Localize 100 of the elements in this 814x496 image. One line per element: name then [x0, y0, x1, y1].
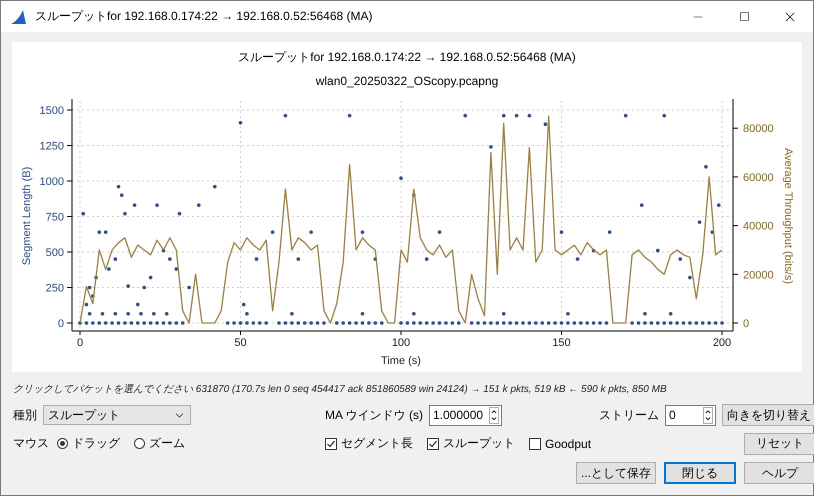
- segment-point: [431, 321, 435, 325]
- segment-point: [104, 230, 108, 234]
- segment-point: [296, 321, 300, 325]
- y-tick-label: 60000: [743, 172, 774, 184]
- segment-point: [162, 321, 166, 325]
- segment-point: [438, 321, 442, 325]
- segment-point: [155, 203, 159, 207]
- segment-point: [100, 312, 104, 316]
- segment-point: [399, 176, 403, 180]
- radio-button[interactable]: [57, 438, 68, 449]
- segment-point: [640, 203, 644, 207]
- dialog-button[interactable]: ヘルプ: [744, 462, 814, 484]
- segment-point: [252, 321, 256, 325]
- segment-point: [245, 312, 249, 316]
- segment-point: [139, 312, 143, 316]
- spin-arrows-icon[interactable]: [703, 406, 714, 424]
- segment-point: [132, 203, 136, 207]
- segment-point: [521, 321, 525, 325]
- spin-arrows-icon[interactable]: [489, 406, 499, 424]
- segment-point: [91, 321, 95, 325]
- segment-point: [284, 114, 288, 118]
- segment-point: [130, 321, 134, 325]
- segment-point: [502, 321, 506, 325]
- shark-fin-icon: [9, 8, 27, 24]
- segment-point: [476, 321, 480, 325]
- switch-direction-button[interactable]: 向きを切り替え: [722, 404, 814, 426]
- segment-point: [643, 321, 647, 325]
- ma-window-field[interactable]: 1.000000: [429, 404, 502, 426]
- segment-point: [514, 321, 518, 325]
- segment-point: [566, 321, 570, 325]
- segment-point: [341, 321, 346, 325]
- segment-point: [418, 321, 422, 325]
- segment-point: [578, 321, 583, 325]
- y-tick-label: 250: [46, 282, 64, 294]
- segment-point: [360, 321, 364, 325]
- segment-point: [598, 321, 602, 325]
- segment-point: [700, 321, 705, 325]
- segment-point: [335, 321, 339, 325]
- segment-point: [148, 276, 152, 280]
- checkbox[interactable]: [427, 438, 439, 450]
- x-tick-label: 150: [552, 337, 571, 349]
- stream-field[interactable]: 0: [665, 404, 716, 426]
- segment-point: [360, 312, 364, 316]
- segment-point: [110, 321, 114, 325]
- checkbox[interactable]: [529, 438, 541, 450]
- mouse-label: マウス: [13, 435, 49, 452]
- y-tick-label: 0: [743, 318, 750, 330]
- segment-point: [662, 321, 666, 325]
- segment-point: [116, 321, 120, 325]
- segment-point: [196, 203, 201, 207]
- segment-point: [470, 321, 474, 325]
- segment-point: [354, 321, 358, 325]
- segment-point: [463, 114, 467, 118]
- segment-point: [438, 230, 442, 234]
- checkbox[interactable]: [325, 438, 337, 450]
- x-tick-label: 200: [712, 337, 732, 349]
- segment-point: [290, 321, 294, 325]
- segment-point: [126, 312, 130, 316]
- radio-button[interactable]: [134, 438, 145, 449]
- segment-point: [232, 321, 236, 325]
- maximize-icon[interactable]: [738, 11, 750, 22]
- segment-point: [316, 321, 320, 325]
- segment-point: [162, 248, 166, 252]
- segment-point: [168, 321, 172, 325]
- status-text: クリックしてパケットを選んでください 631870 (170.7s len 0 seq 454417 ack 851860589 win 24124) → 151 k pkts, 519 kB ← 590 k pkts, 850 MB: [13, 383, 668, 396]
- segment-point: [406, 321, 410, 325]
- segment-point: [123, 212, 127, 216]
- segment-point: [412, 321, 416, 325]
- segment-point: [290, 312, 294, 316]
- type-label: 種別: [13, 406, 37, 424]
- segment-point: [456, 321, 461, 325]
- segment-point: [88, 312, 92, 316]
- segment-point: [424, 257, 428, 261]
- dialog-button[interactable]: ...として保存: [576, 462, 656, 484]
- segment-point: [714, 321, 718, 325]
- y-tick-label: 500: [46, 247, 64, 259]
- dialog-button[interactable]: 閉じる: [664, 462, 736, 484]
- segment-point: [258, 321, 262, 325]
- segment-point: [78, 321, 82, 325]
- segment-point: [399, 321, 403, 325]
- segment-point: [213, 184, 217, 188]
- segment-point: [254, 257, 258, 261]
- segment-point: [84, 302, 88, 306]
- reset-button[interactable]: リセット: [744, 432, 814, 454]
- segment-point: [668, 321, 672, 325]
- segment-point: [264, 321, 268, 325]
- segment-point: [174, 321, 178, 325]
- segment-point: [694, 321, 698, 325]
- segment-point: [148, 321, 152, 325]
- x-tick-label: 0: [76, 337, 84, 349]
- type-select[interactable]: スループット: [43, 405, 191, 425]
- y-tick-label: 20000: [743, 269, 774, 282]
- segment-point: [424, 321, 428, 325]
- segment-point: [572, 321, 576, 325]
- segment-point: [309, 230, 313, 234]
- segment-point: [592, 321, 596, 325]
- segment-point: [238, 321, 242, 325]
- segment-point: [120, 193, 124, 197]
- segment-point: [502, 312, 506, 316]
- segment-point: [84, 321, 88, 325]
